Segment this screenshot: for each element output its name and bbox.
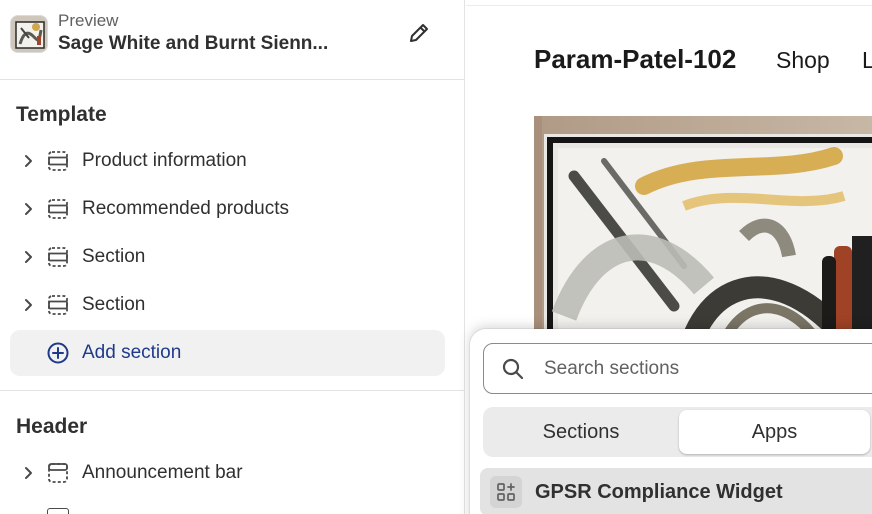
tree-item-section[interactable]: Section (10, 282, 445, 328)
search-sections-box[interactable] (483, 343, 872, 394)
section-layout-icon (45, 244, 71, 270)
tree-item-label: Section (82, 294, 146, 315)
tab-sections[interactable]: Sections (486, 410, 676, 454)
app-blocks-icon (490, 476, 522, 508)
edit-preview-button[interactable] (400, 18, 438, 52)
picker-tab-group: Sections Apps (483, 407, 872, 457)
chevron-right-icon[interactable] (14, 234, 42, 280)
tab-apps[interactable]: Apps (679, 410, 870, 454)
preview-top-border (466, 5, 872, 6)
section-picker-popover: Sections Apps GPSR Compliance Widget (470, 329, 872, 514)
template-group-title: Template (16, 103, 107, 126)
app-item-gpsr-compliance-widget[interactable]: GPSR Compliance Widget (480, 468, 872, 514)
tree-item-product-information[interactable]: Product information (10, 138, 445, 184)
pencil-icon (407, 21, 431, 50)
add-section-label: Add section (82, 342, 182, 363)
plus-circle-icon (45, 340, 71, 366)
preview-label: Preview (58, 11, 119, 30)
chevron-right-icon[interactable] (14, 282, 42, 328)
tree-item-label: Product information (82, 150, 247, 171)
chevron-right-icon[interactable] (14, 450, 42, 496)
tree-item-section[interactable]: Section (10, 234, 445, 280)
editor-sidebar: Preview Sage White and Burnt Sienn... Te… (0, 0, 465, 514)
search-icon (498, 354, 528, 384)
section-layout-icon (45, 148, 71, 174)
announcement-bar-icon (45, 460, 71, 486)
tree-item-recommended-products[interactable]: Recommended products (10, 186, 445, 232)
nav-link-shop[interactable]: Shop (776, 47, 830, 74)
store-name[interactable]: Param-Patel-102 (534, 44, 736, 75)
header-group-title: Header (16, 415, 88, 438)
add-section-button[interactable]: Add section (10, 330, 445, 376)
chevron-right-icon[interactable] (14, 186, 42, 232)
preview-header: Preview Sage White and Burnt Sienn... (0, 0, 464, 80)
section-layout-icon (47, 508, 69, 514)
chevron-right-icon[interactable] (14, 138, 42, 184)
group-divider (0, 390, 464, 391)
product-thumbnail (10, 15, 48, 53)
tree-item-announcement-bar[interactable]: Announcement bar (10, 450, 445, 496)
search-sections-input[interactable] (544, 357, 844, 380)
preview-product-title: Sage White and Burnt Sienn... (58, 33, 329, 54)
tree-item-label: Announcement bar (82, 462, 243, 483)
section-layout-icon (45, 292, 71, 318)
section-layout-icon (45, 196, 71, 222)
nav-link-next[interactable]: L (862, 47, 872, 74)
app-item-label: GPSR Compliance Widget (535, 480, 783, 503)
tree-item-label: Section (82, 246, 146, 267)
tree-item-label: Recommended products (82, 198, 289, 219)
